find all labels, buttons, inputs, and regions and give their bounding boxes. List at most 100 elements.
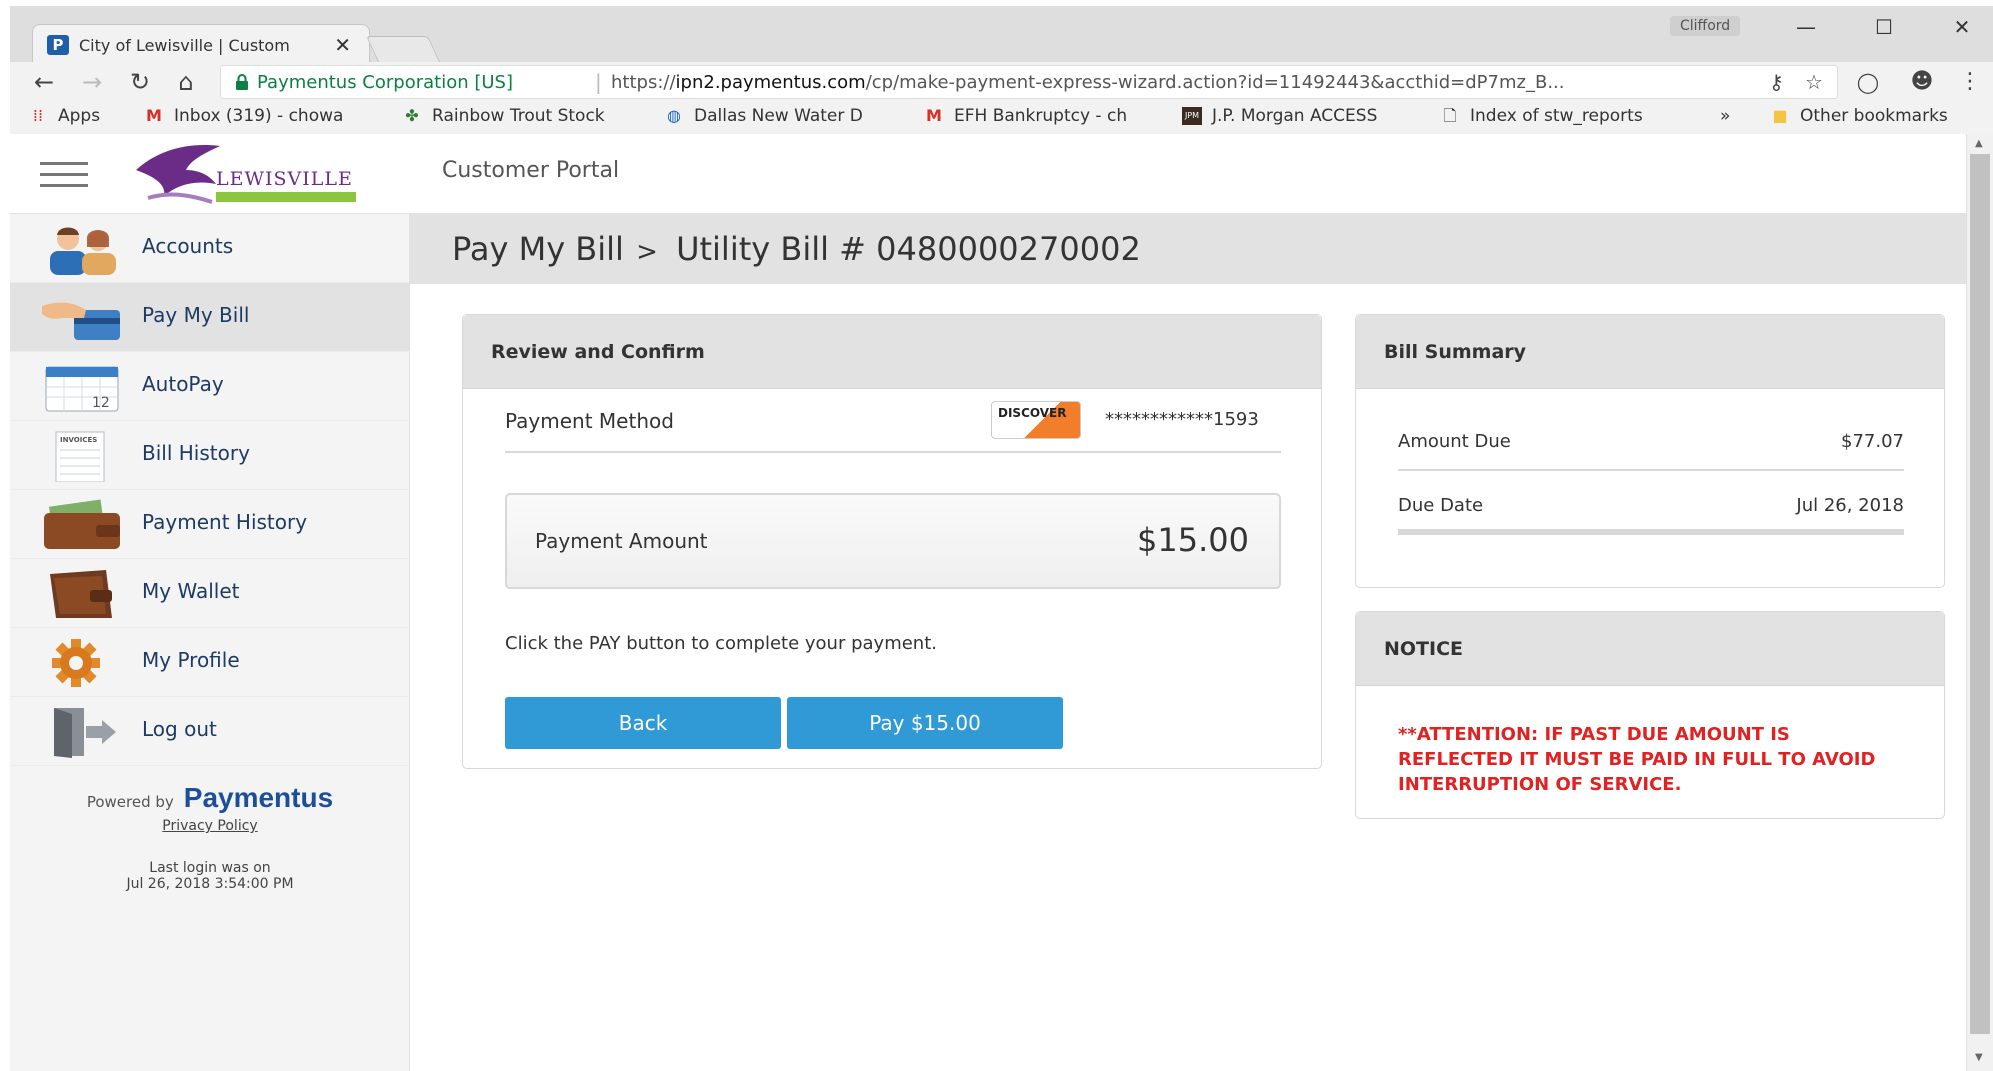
- vertical-scrollbar[interactable]: ▲ ▼: [1966, 134, 1993, 1071]
- invoice-text: INVOICES: [60, 436, 97, 444]
- scroll-up-icon[interactable]: ▲: [1975, 138, 1983, 149]
- paymentus-favicon-icon: P: [47, 35, 69, 55]
- gmail-icon: M: [926, 106, 942, 125]
- card-header: Bill Summary: [1356, 315, 1944, 389]
- other-bookmarks-label: Other bookmarks: [1800, 106, 1948, 126]
- bookmark-label: Index of stw_reports: [1470, 106, 1643, 126]
- url-path: /cp/make-payment-express-wizard.action?i…: [865, 72, 1565, 93]
- bookmark-inbox[interactable]: M Inbox (319) - chowa: [144, 106, 343, 126]
- home-icon[interactable]: ⌂: [170, 66, 202, 98]
- sidebar-item-label: My Wallet: [142, 579, 240, 603]
- sidebar-item-pay-my-bill[interactable]: Pay My Bill: [10, 283, 410, 352]
- bookmark-label: EFH Bankruptcy - ch: [954, 106, 1128, 126]
- gear-icon: [52, 639, 100, 687]
- sidebar-item-my-wallet[interactable]: My Wallet: [10, 559, 410, 628]
- sidebar-item-label: Log out: [142, 717, 217, 741]
- page-content: LEWISVILLE Accounts Pay My Bill 12 AutoP…: [10, 134, 1966, 1071]
- top-header: Customer Portal: [410, 134, 1966, 214]
- pay-button[interactable]: Pay $15.00: [787, 697, 1063, 749]
- summary-label: Amount Due: [1398, 431, 1511, 452]
- browser-tab[interactable]: P City of Lewisville | Custom ✕: [32, 24, 370, 64]
- sidebar-item-payment-history[interactable]: Payment History: [10, 490, 410, 559]
- hand-card-icon: [42, 302, 120, 340]
- bookmark-label: Dallas New Water D: [694, 106, 863, 126]
- maximize-icon[interactable]: ☐: [1854, 10, 1914, 44]
- breadcrumb-parent[interactable]: Pay My Bill: [452, 230, 624, 268]
- profile-name[interactable]: Clifford: [1670, 16, 1741, 36]
- lock-icon: [236, 74, 248, 90]
- sidebar-item-bill-history[interactable]: INVOICES Bill History: [10, 421, 410, 490]
- card-header: NOTICE: [1356, 612, 1944, 686]
- sidebar-nav: Accounts Pay My Bill 12 AutoPay INVOICES…: [10, 214, 410, 766]
- powered-by-label: Powered by: [86, 793, 174, 811]
- sidebar-item-autopay[interactable]: 12 AutoPay: [10, 352, 410, 421]
- leaf-icon: ✤: [405, 106, 419, 125]
- payment-amount-label: Payment Amount: [535, 529, 708, 553]
- summary-value: $77.07: [1841, 431, 1904, 452]
- bookmark-dallas-water[interactable]: ◍ Dallas New Water D: [664, 106, 863, 126]
- close-window-icon[interactable]: ✕: [1932, 10, 1992, 44]
- page-icon: 🗋: [1443, 106, 1457, 125]
- logout-door-icon: [54, 708, 116, 758]
- extension-icon[interactable]: ◯: [1852, 66, 1884, 98]
- sidebar-item-log-out[interactable]: Log out: [10, 697, 410, 766]
- sidebar-item-my-profile[interactable]: My Profile: [10, 628, 410, 697]
- browser-toolbar: ← → ↻ ⌂ Paymentus Corporation [US] | htt…: [10, 62, 1993, 102]
- bookmark-stw-reports[interactable]: 🗋 Index of stw_reports: [1440, 106, 1643, 126]
- bookmark-efh[interactable]: M EFH Bankruptcy - ch: [924, 106, 1127, 126]
- url-text: https://ipn2.paymentus.com/cp/make-payme…: [611, 72, 1564, 93]
- bookmark-jp-morgan[interactable]: JPM J.P. Morgan ACCESS: [1182, 106, 1377, 126]
- apps-grid-icon: ⁞⁞: [32, 106, 44, 125]
- payment-method-label: Payment Method: [505, 409, 674, 433]
- portal-title: Customer Portal: [442, 158, 620, 183]
- jpm-icon: JPM: [1182, 107, 1202, 125]
- due-date-row: Due Date Jul 26, 2018: [1398, 477, 1904, 535]
- summary-value: Jul 26, 2018: [1796, 495, 1904, 516]
- sidebar: LEWISVILLE Accounts Pay My Bill 12 AutoP…: [10, 134, 410, 1071]
- notice-card: NOTICE **ATTENTION: IF PAST DUE AMOUNT I…: [1355, 611, 1945, 819]
- sidebar-item-label: AutoPay: [142, 372, 224, 396]
- forward-arrow-icon[interactable]: →: [76, 66, 108, 98]
- breadcrumb-separator: >: [636, 237, 658, 267]
- secure-origin-label: Paymentus Corporation [US]: [257, 72, 514, 93]
- key-icon[interactable]: ⚷: [1769, 70, 1784, 94]
- paymentus-brand[interactable]: Paymentus: [184, 782, 333, 814]
- bookmark-label: Rainbow Trout Stock: [432, 106, 605, 126]
- breadcrumb-bar: Pay My Bill > Utility Bill # 04800002700…: [410, 214, 1966, 284]
- notice-text: **ATTENTION: IF PAST DUE AMOUNT IS REFLE…: [1398, 724, 1876, 795]
- tab-close-icon[interactable]: ✕: [334, 33, 351, 57]
- payment-amount-box: Payment Amount $15.00: [505, 493, 1281, 589]
- sidebar-item-accounts[interactable]: Accounts: [10, 214, 410, 283]
- calendar-day: 12: [92, 395, 110, 411]
- review-confirm-card: Review and Confirm Payment Method DISCOV…: [462, 314, 1322, 769]
- folder-icon: ■: [1772, 106, 1788, 125]
- lewisville-bird-logo[interactable]: [128, 140, 228, 206]
- bookmark-apps[interactable]: ⁞⁞ Apps: [28, 106, 100, 126]
- powered-by-block: Powered by Paymentus Privacy Policy Last…: [10, 782, 410, 892]
- back-arrow-icon[interactable]: ←: [28, 66, 60, 98]
- reload-icon[interactable]: ↻: [124, 66, 156, 98]
- profile-avatar-icon[interactable]: ☻: [1906, 66, 1938, 98]
- other-bookmarks[interactable]: ■ Other bookmarks: [1770, 106, 1948, 126]
- menu-dots-icon[interactable]: ⋮: [1954, 66, 1986, 98]
- scrollbar-thumb[interactable]: [1970, 154, 1990, 1034]
- cash-wallet-icon: [44, 499, 120, 549]
- browser-window: P City of Lewisville | Custom ✕ Clifford…: [10, 6, 1993, 134]
- address-bar[interactable]: Paymentus Corporation [US] | https://ipn…: [220, 65, 1838, 99]
- url-separator: |: [595, 70, 602, 94]
- minimize-icon[interactable]: —: [1776, 10, 1836, 44]
- payment-amount-value: $15.00: [1137, 521, 1249, 559]
- new-tab-button[interactable]: [365, 36, 441, 62]
- back-button[interactable]: Back: [505, 697, 781, 749]
- bookmark-star-icon[interactable]: ☆: [1805, 70, 1823, 94]
- card-heading: Bill Summary: [1384, 341, 1527, 363]
- breadcrumb: Pay My Bill > Utility Bill # 04800002700…: [452, 230, 1141, 268]
- title-bar: P City of Lewisville | Custom ✕ Clifford…: [10, 6, 1993, 64]
- url-prefix: https://: [611, 72, 676, 93]
- bookmarks-overflow-icon[interactable]: »: [1720, 106, 1730, 126]
- hamburger-menu-icon[interactable]: [40, 162, 88, 188]
- privacy-policy-link[interactable]: Privacy Policy: [10, 818, 410, 834]
- bookmark-rainbow-trout[interactable]: ✤ Rainbow Trout Stock: [402, 106, 605, 126]
- scroll-down-icon[interactable]: ▼: [1975, 1052, 1983, 1063]
- bookmark-label: Apps: [58, 106, 101, 126]
